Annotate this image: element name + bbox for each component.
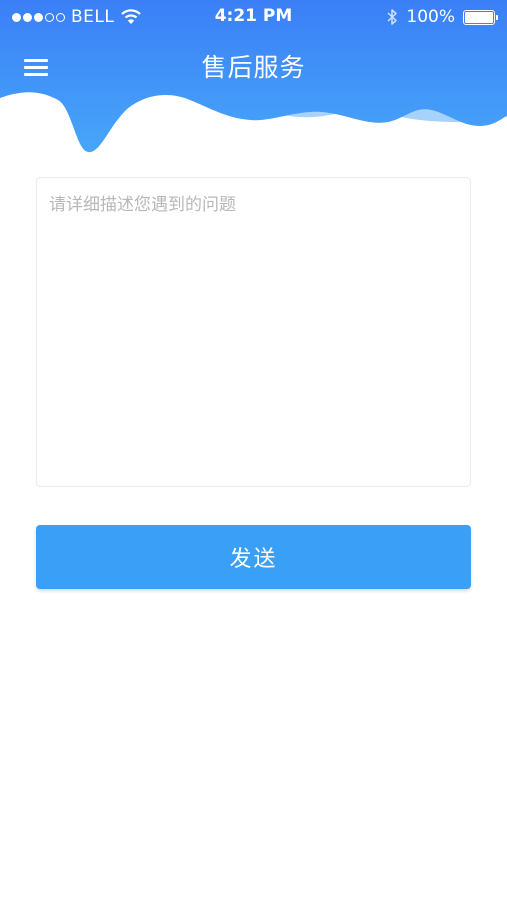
page-title: 售后服务 — [201, 53, 306, 82]
problem-description-input[interactable] — [36, 177, 471, 487]
battery-level — [465, 11, 493, 23]
status-right: 100% — [386, 7, 498, 27]
battery-percent: 100% — [406, 7, 455, 27]
battery-icon — [463, 9, 498, 25]
bluetooth-icon — [387, 9, 398, 25]
app-header: BELL 4:21 PM 100% 售后服务 — [0, 0, 507, 160]
status-bar: BELL 4:21 PM 100% — [0, 0, 507, 34]
send-button[interactable]: 发送 — [36, 525, 471, 589]
